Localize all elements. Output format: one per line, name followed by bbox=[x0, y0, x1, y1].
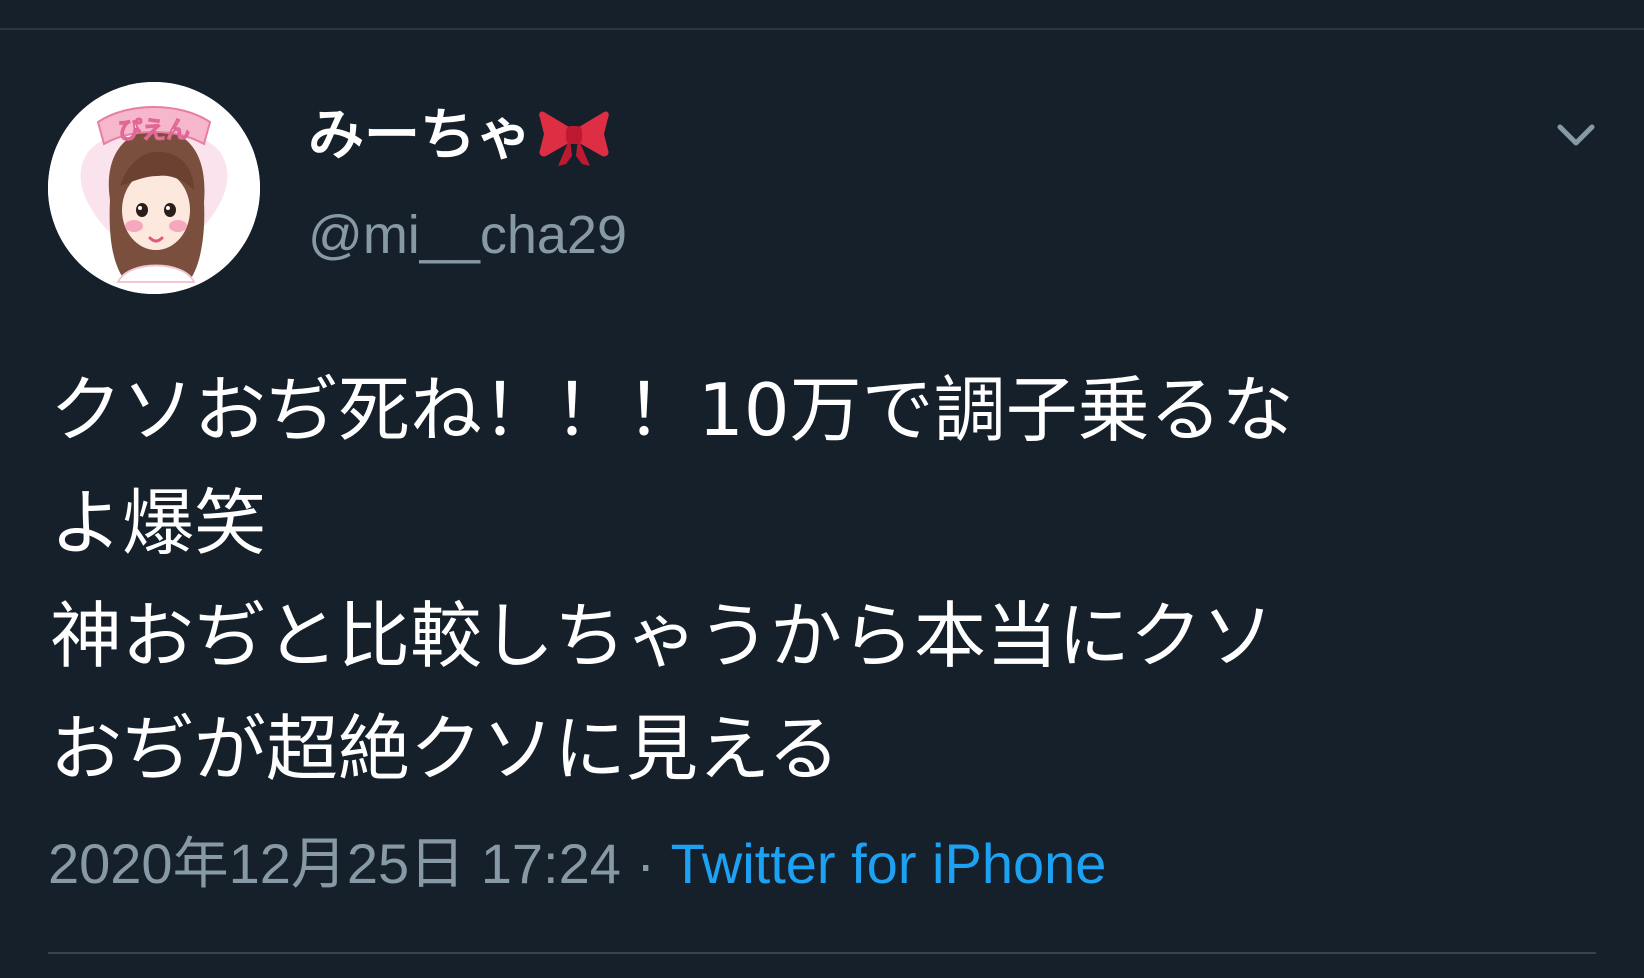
avatar-banner-text: ぴえん bbox=[118, 116, 190, 144]
tweet-meta: 2020年12月25日 17:24 · Twitter for iPhone bbox=[48, 826, 1106, 902]
tweet-text-line: おぢが超絶クソに見える bbox=[50, 707, 840, 791]
bottom-divider bbox=[48, 952, 1596, 954]
display-name[interactable]: みーちゃ bbox=[308, 96, 610, 176]
avatar-illustration: ぴえん bbox=[48, 82, 260, 294]
tweet-text: クソおぢ死ね！！！10万で調子乗るな よ爆笑 神おぢと比較しちゃうから本当にクソ… bbox=[50, 354, 1610, 806]
tweet-source-link[interactable]: Twitter for iPhone bbox=[671, 832, 1107, 895]
tweet-date[interactable]: 2020年12月25日 bbox=[48, 832, 465, 895]
chevron-down-icon[interactable] bbox=[1554, 118, 1598, 152]
tweet-text-line: クソおぢ死ね！！！10万で調子乗るな bbox=[50, 368, 1294, 452]
display-name-text: みーちゃ bbox=[308, 103, 532, 168]
tweet-text-line: 神おぢと比較しちゃうから本当にクソ bbox=[50, 594, 1275, 678]
user-handle[interactable]: @mi__cha29 bbox=[308, 200, 627, 270]
tweet-text-line: よ爆笑 bbox=[50, 481, 267, 565]
top-divider bbox=[0, 28, 1644, 30]
meta-separator: · bbox=[636, 832, 656, 895]
avatar[interactable]: ぴえん bbox=[48, 82, 260, 294]
ribbon-bow-icon bbox=[539, 111, 609, 166]
tweet-time[interactable]: 17:24 bbox=[481, 832, 621, 895]
